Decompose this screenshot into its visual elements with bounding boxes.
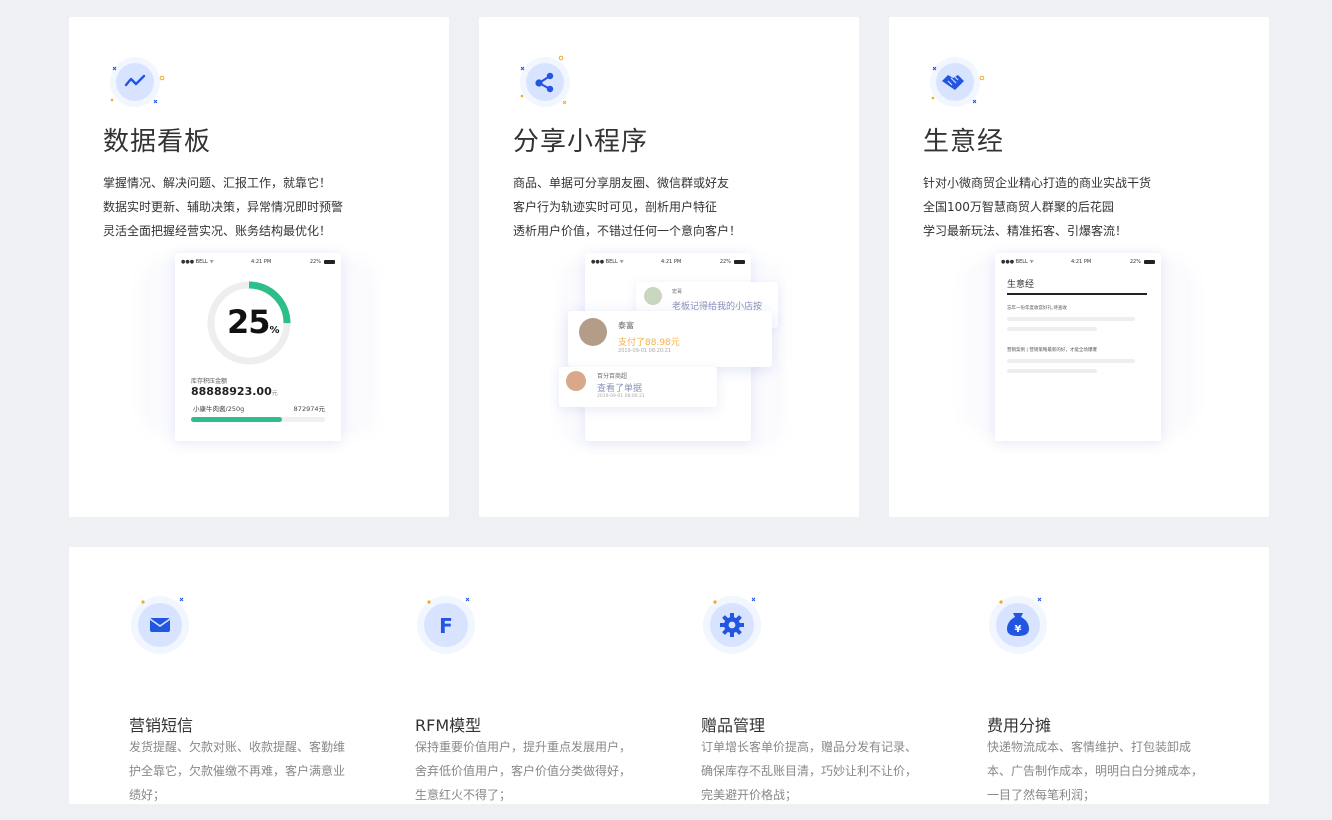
status-bar: ●●● BELL ᯤ 4:21 PM 22% bbox=[1001, 259, 1155, 269]
feature-description: 快递物流成本、客情维护、打包装卸成 本、广告制作成本，明明白白分摊成本， 一目了… bbox=[987, 735, 1217, 807]
header-underline bbox=[1007, 293, 1147, 295]
card-title: 生意经 bbox=[923, 127, 1005, 157]
phone-mockup: ●●● BELL ᯤ 4:21 PM 22% 25% 库存积压金额 888889… bbox=[175, 253, 341, 441]
status-bar: ●●● BELL ᯤ 4:21 PM 22% bbox=[181, 259, 335, 269]
desc-line: 商品、单据可分享朋友圈、微信群或好友 bbox=[513, 176, 730, 190]
desc-line: 舍弃低价值用户，客户价值分类做得好， bbox=[415, 764, 632, 778]
desc-line: 快递物流成本、客情维护、打包装卸成 bbox=[987, 740, 1192, 754]
desc-line: 灵活全面把握经营实况、账务结构最优化！ bbox=[103, 224, 332, 238]
money-bag-icon: ¥ bbox=[989, 596, 1047, 654]
svg-text:¥: ¥ bbox=[1015, 624, 1022, 635]
feature-title: 费用分摊 bbox=[987, 716, 1052, 735]
desc-line: 完美避开价格战； bbox=[701, 788, 798, 802]
desc-line: 掌握情况、解决问题、汇报工作，就靠它！ bbox=[103, 176, 332, 190]
view-text: 查看了单据 bbox=[597, 384, 643, 394]
handshake-icon bbox=[930, 57, 985, 107]
battery-icon bbox=[1144, 260, 1155, 264]
item-bar-fill bbox=[191, 417, 283, 422]
carrier: ●●● BELL ᯤ bbox=[181, 259, 214, 265]
gear-icon bbox=[703, 596, 761, 654]
article-title: 营销案例 | 营销策略最新的好，才能全场爆爆 bbox=[1007, 348, 1097, 353]
desc-line: 绩好； bbox=[129, 788, 166, 802]
desc-line: 针对小微商贸企业精心打造的商业实战干货 bbox=[923, 176, 1152, 190]
desc-line: 客户行为轨迹实时可见，剖析用户特征 bbox=[513, 200, 718, 214]
article-title: 忘年一份年度收官好礼,待查收 bbox=[1007, 306, 1067, 311]
sender-name: 泰富 bbox=[618, 321, 634, 330]
battery-icon bbox=[734, 260, 745, 264]
card-title: 分享小程序 bbox=[513, 127, 649, 157]
desc-line: 一目了然每笔利润； bbox=[987, 788, 1096, 802]
desc-line: 订单增长客单价提高，赠品分发有记录、 bbox=[701, 740, 918, 754]
item-name: 小康牛肉酱/250g bbox=[193, 405, 245, 413]
timestamp: 2019-09-01 08:20:21 bbox=[618, 348, 672, 354]
trend-line-icon bbox=[110, 57, 165, 107]
desc-line: 透析用户价值，不错过任何一个意向客户！ bbox=[513, 224, 742, 238]
share-icon bbox=[520, 55, 570, 107]
desc-line: 学习最新玩法、精准拓客、引爆客流！ bbox=[923, 224, 1128, 238]
view-bubble: 百分百商超 查看了单据 2019-09-01 08:00:21 bbox=[559, 367, 717, 407]
feature-description: 订单增长客单价提高，赠品分发有记录、 确保库存不乱账目清，巧妙让利不让价， 完美… bbox=[701, 735, 931, 807]
item-bar-track bbox=[191, 417, 325, 422]
text-placeholder bbox=[1007, 359, 1135, 363]
battery-percent: 22% bbox=[1129, 259, 1141, 265]
item-value: 872974元 bbox=[293, 405, 325, 413]
payment-bubble: 泰富 支付了88.98元 2019-09-01 08:20:21 bbox=[568, 311, 772, 367]
carrier: ●●● BELL ᯤ bbox=[1001, 259, 1034, 265]
card-data-dashboard: 数据看板 掌握情况、解决问题、汇报工作，就靠它！ 数据实时更新、辅助决策，异常情… bbox=[69, 17, 449, 517]
feature-title: 赠品管理 bbox=[701, 716, 766, 735]
carrier: ●●● BELL ᯤ bbox=[591, 259, 624, 265]
text-placeholder bbox=[1007, 369, 1097, 373]
avatar bbox=[566, 371, 586, 391]
time: 4:21 PM bbox=[251, 259, 272, 265]
stock-label: 库存积压金额 bbox=[191, 378, 228, 385]
status-bar: ●●● BELL ᯤ 4:21 PM 22% bbox=[591, 259, 745, 269]
battery-icon bbox=[324, 260, 335, 264]
feature-title: 营销短信 bbox=[129, 716, 194, 735]
card-description: 商品、单据可分享朋友圈、微信群或好友 客户行为轨迹实时可见，剖析用户特征 透析用… bbox=[513, 171, 833, 243]
feature-description: 发货提醒、欠款对账、收款提醒、客勤维 护全靠它，欠款催缴不再难，客户满意业 绩好… bbox=[129, 735, 359, 807]
sender-name: 百分百商超 bbox=[597, 373, 628, 380]
battery-percent: 22% bbox=[309, 259, 321, 265]
payment-text: 支付了88.98元 bbox=[618, 338, 680, 348]
desc-line: 全国100万智慧商贸人群聚的后花园 bbox=[923, 200, 1114, 214]
rfm-f-icon: F bbox=[417, 596, 475, 654]
stock-amount: 88888923.00元 bbox=[191, 385, 278, 398]
card-share-miniprogram: 分享小程序 商品、单据可分享朋友圈、微信群或好友 客户行为轨迹实时可见，剖析用户… bbox=[479, 17, 859, 517]
text-placeholder bbox=[1007, 317, 1135, 321]
desc-line: 护全靠它，欠款催缴不再难，客户满意业 bbox=[129, 764, 346, 778]
desc-line: 发货提醒、欠款对账、收款提醒、客勤维 bbox=[129, 740, 346, 754]
feature-title: RFM模型 bbox=[415, 716, 482, 735]
article-header: 生意经 bbox=[1007, 280, 1035, 290]
phone-mockup: ●●● BELL ᯤ 4:21 PM 22% 生意经 忘年一份年度收官好礼,待查… bbox=[995, 253, 1161, 441]
desc-line: 确保库存不乱账目清，巧妙让利不让价， bbox=[701, 764, 918, 778]
feature-description: 保持重要价值用户，提升重点发展用户， 舍弃低价值用户，客户价值分类做得好， 生意… bbox=[415, 735, 645, 807]
card-business-tips: 生意经 针对小微商贸企业精心打造的商业实战干货 全国100万智慧商贸人群聚的后花… bbox=[889, 17, 1269, 517]
desc-line: 保持重要价值用户，提升重点发展用户， bbox=[415, 740, 632, 754]
svg-text:F: F bbox=[439, 614, 453, 638]
sender-name: 宏哥 bbox=[672, 289, 683, 295]
mail-icon bbox=[131, 596, 189, 654]
avatar bbox=[644, 287, 662, 305]
text-placeholder bbox=[1007, 327, 1097, 331]
percent-value: 25% bbox=[227, 303, 280, 341]
timestamp: 2019-09-01 08:00:21 bbox=[597, 394, 645, 399]
desc-line: 数据实时更新、辅助决策，异常情况即时预警 bbox=[103, 200, 344, 214]
feature-panel: 营销短信 发货提醒、欠款对账、收款提醒、客勤维 护全靠它，欠款催缴不再难，客户满… bbox=[69, 547, 1269, 804]
time: 4:21 PM bbox=[1071, 259, 1092, 265]
desc-line: 生意红火不得了； bbox=[415, 788, 512, 802]
card-description: 掌握情况、解决问题、汇报工作，就靠它！ 数据实时更新、辅助决策，异常情况即时预警… bbox=[103, 171, 423, 243]
time: 4:21 PM bbox=[661, 259, 682, 265]
card-description: 针对小微商贸企业精心打造的商业实战干货 全国100万智慧商贸人群聚的后花园 学习… bbox=[923, 171, 1243, 243]
card-title: 数据看板 bbox=[103, 127, 212, 157]
avatar bbox=[579, 318, 607, 346]
battery-percent: 22% bbox=[719, 259, 731, 265]
desc-line: 本、广告制作成本，明明白白分摊成本， bbox=[987, 764, 1204, 778]
